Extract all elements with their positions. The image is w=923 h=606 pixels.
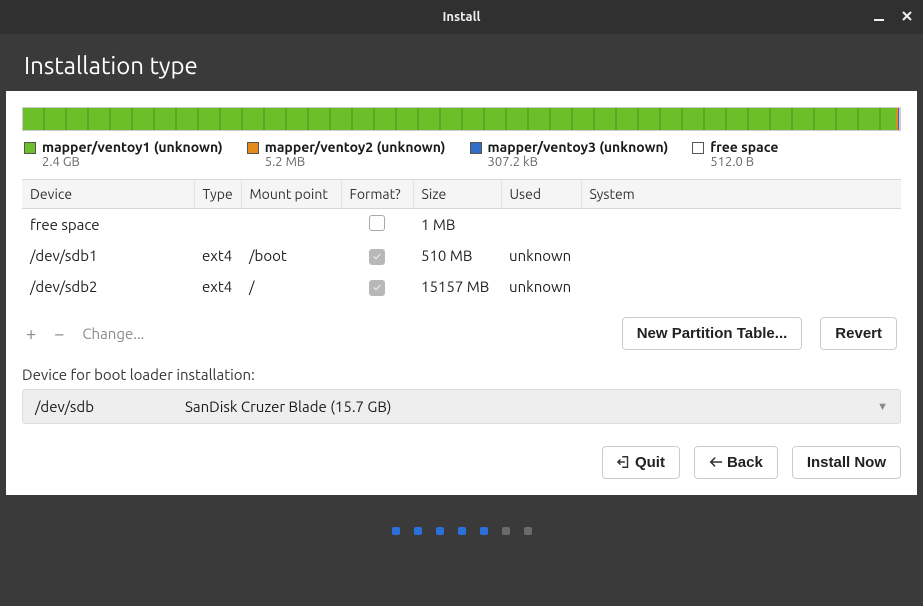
cell-format: ✓ xyxy=(341,271,413,302)
table-header-row: Device Type Mount point Format? Size Use… xyxy=(22,180,901,209)
progress-dot xyxy=(414,527,422,535)
cell-size: 15157 MB xyxy=(413,271,501,302)
cell-type: ext4 xyxy=(194,240,241,271)
format-checkbox[interactable]: ✓ xyxy=(369,249,385,265)
legend-item: mapper/ventoy1 (unknown) 2.4 GB xyxy=(24,139,223,169)
legend-item: mapper/ventoy3 (unknown) 307.2 kB xyxy=(470,139,669,169)
legend-swatch xyxy=(24,142,36,154)
main-panel: mapper/ventoy1 (unknown) 2.4 GB mapper/v… xyxy=(6,91,917,495)
cell-system xyxy=(581,240,901,271)
partition-toolbar: + − Change... New Partition Table... Rev… xyxy=(22,307,901,356)
col-header-used[interactable]: Used xyxy=(501,180,581,209)
cell-device: /dev/sdb2 xyxy=(22,271,194,302)
col-header-type[interactable]: Type xyxy=(194,180,241,209)
legend-item: mapper/ventoy2 (unknown) 5.2 MB xyxy=(247,139,446,169)
titlebar[interactable]: Install xyxy=(0,0,923,34)
bootloader-description: SanDisk Cruzer Blade (15.7 GB) xyxy=(185,398,877,415)
col-header-system[interactable]: System xyxy=(581,180,901,209)
col-header-size[interactable]: Size xyxy=(413,180,501,209)
install-now-button[interactable]: Install Now xyxy=(792,446,901,479)
table-row[interactable]: /dev/sdb2ext4/ ✓ 15157 MBunknown xyxy=(22,271,901,302)
cell-format xyxy=(341,209,413,240)
chevron-down-icon: ▼ xyxy=(877,401,888,413)
cell-used xyxy=(501,209,581,240)
cell-type xyxy=(194,209,241,240)
format-checkbox[interactable]: ✓ xyxy=(369,280,385,296)
progress-dot xyxy=(480,527,488,535)
col-header-format[interactable]: Format? xyxy=(341,180,413,209)
table-row[interactable]: free space 1 MB xyxy=(22,209,901,240)
table-row[interactable]: /dev/sdb1ext4/boot ✓ 510 MBunknown xyxy=(22,240,901,271)
cell-format: ✓ xyxy=(341,240,413,271)
progress-dot xyxy=(458,527,466,535)
cell-mount xyxy=(241,209,341,240)
bootloader-label: Device for boot loader installation: xyxy=(22,366,901,383)
cell-system xyxy=(581,209,901,240)
add-partition-button[interactable]: + xyxy=(26,324,36,344)
partition-segment-free[interactable] xyxy=(899,108,900,130)
cell-size: 510 MB xyxy=(413,240,501,271)
format-checkbox[interactable] xyxy=(369,215,385,231)
legend-swatch xyxy=(247,142,259,154)
revert-button[interactable]: Revert xyxy=(820,317,897,350)
partition-legend: mapper/ventoy1 (unknown) 2.4 GB mapper/v… xyxy=(22,139,901,179)
legend-swatch xyxy=(692,142,704,154)
new-partition-table-button[interactable]: New Partition Table... xyxy=(622,317,803,350)
cell-used: unknown xyxy=(501,271,581,302)
progress-dot xyxy=(502,527,510,535)
partition-segment-ventoy1[interactable] xyxy=(23,108,896,130)
back-button[interactable]: Back xyxy=(694,446,778,479)
legend-item: free space 512.0 B xyxy=(692,139,778,169)
legend-swatch xyxy=(470,142,482,154)
progress-dots xyxy=(0,527,923,535)
bootloader-device: /dev/sdb xyxy=(35,398,185,415)
quit-button[interactable]: Quit xyxy=(602,446,680,479)
minimize-icon[interactable] xyxy=(873,10,885,25)
cell-device: free space xyxy=(22,209,194,240)
cell-mount: / xyxy=(241,271,341,302)
cell-device: /dev/sdb1 xyxy=(22,240,194,271)
cell-used: unknown xyxy=(501,240,581,271)
cell-size: 1 MB xyxy=(413,209,501,240)
cell-mount: /boot xyxy=(241,240,341,271)
partition-table: Device Type Mount point Format? Size Use… xyxy=(22,179,901,209)
bootloader-device-select[interactable]: /dev/sdb SanDisk Cruzer Blade (15.7 GB) … xyxy=(22,389,901,424)
col-header-mount[interactable]: Mount point xyxy=(241,180,341,209)
progress-dot xyxy=(436,527,444,535)
footer-actions: Quit Back Install Now xyxy=(22,424,901,479)
progress-dot xyxy=(524,527,532,535)
cell-system xyxy=(581,271,901,302)
progress-dot xyxy=(392,527,400,535)
remove-partition-button[interactable]: − xyxy=(54,324,64,344)
close-icon[interactable] xyxy=(901,10,913,25)
col-header-device[interactable]: Device xyxy=(22,180,194,209)
page-title: Installation type xyxy=(0,34,923,91)
window-title: Install xyxy=(443,10,481,24)
cell-type: ext4 xyxy=(194,271,241,302)
change-partition-button[interactable]: Change... xyxy=(82,325,144,342)
partition-bar[interactable] xyxy=(22,107,901,131)
